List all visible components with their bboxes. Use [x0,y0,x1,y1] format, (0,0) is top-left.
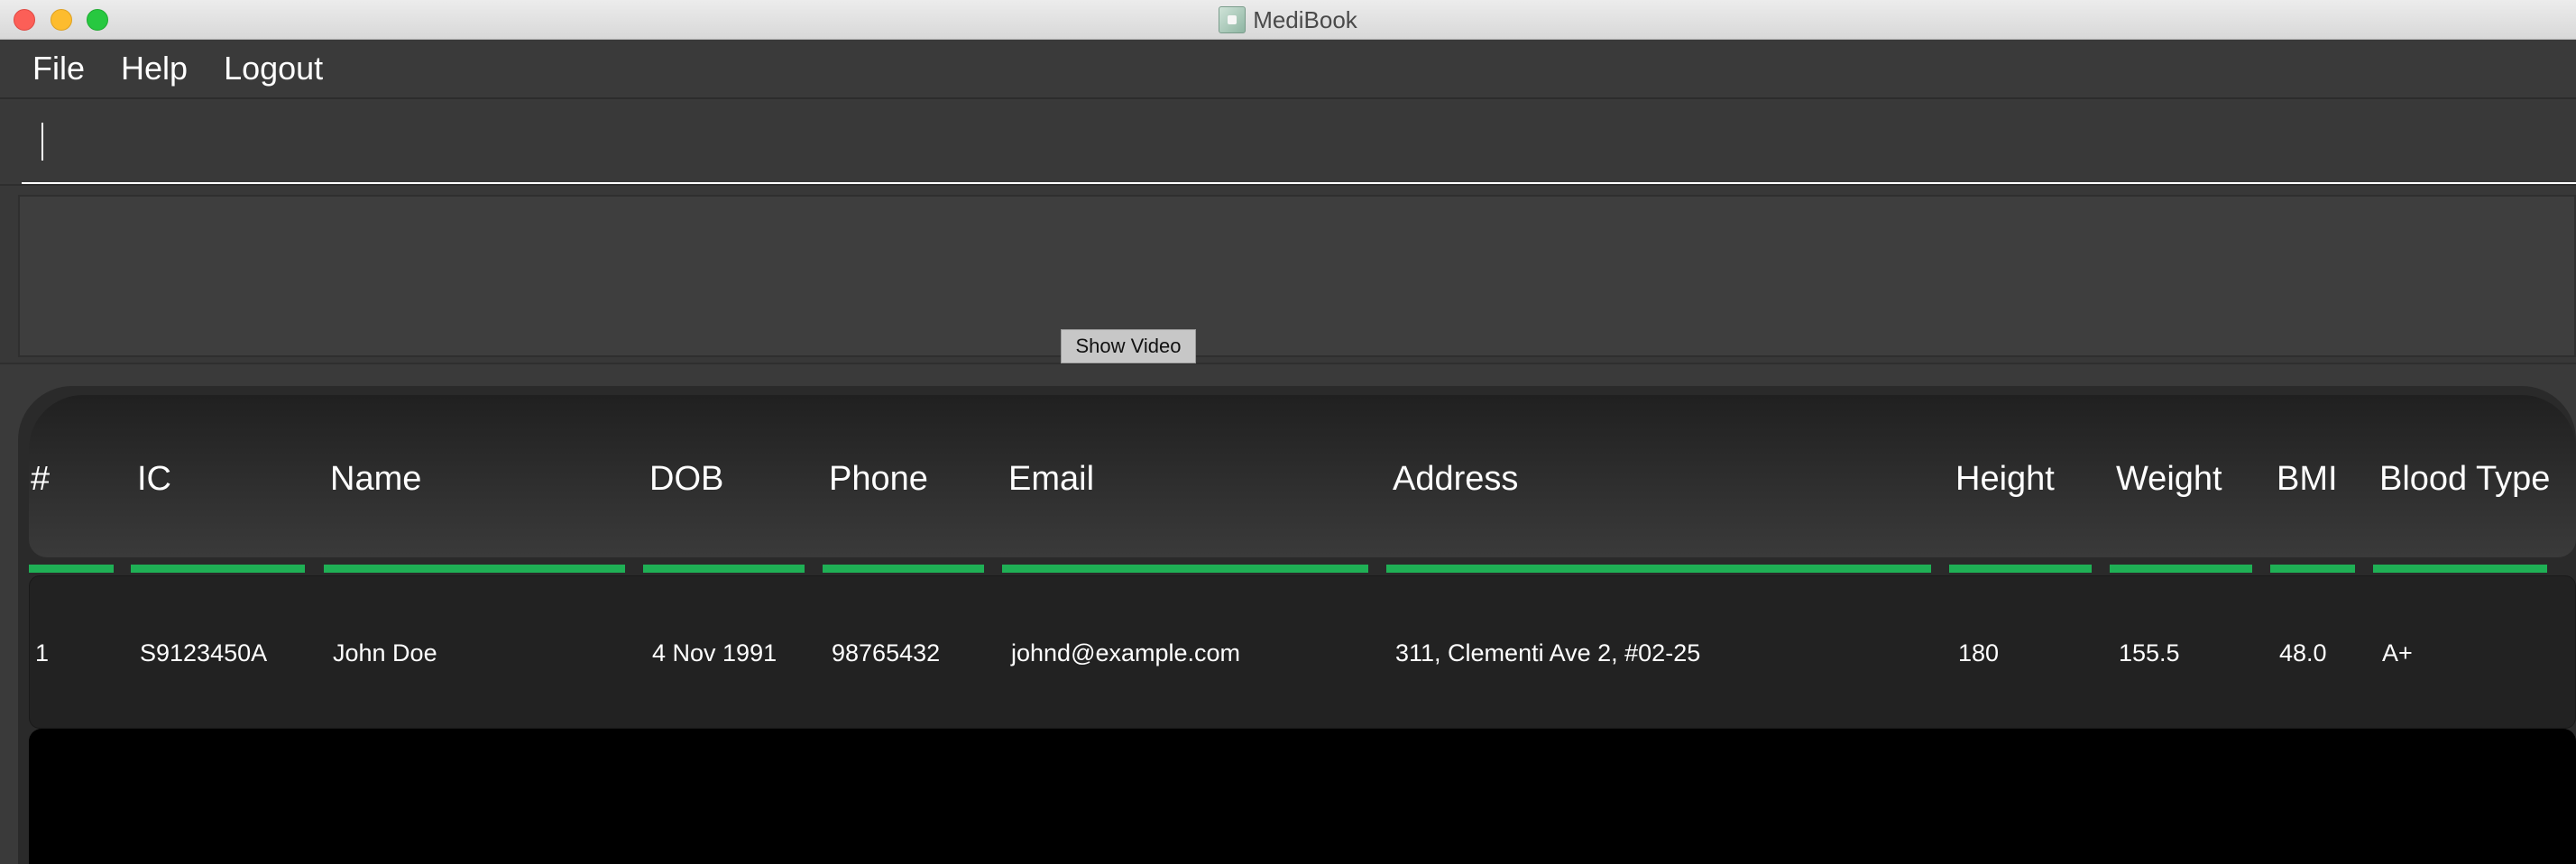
header-blood-type: Blood Type [2379,460,2551,498]
header-underline-index [29,565,114,573]
header-underline-name [324,565,625,573]
header-underline-bmi [2270,565,2355,573]
cell-height: 180 [1958,639,2000,666]
menu-logout[interactable]: Logout [224,50,323,87]
cell-name: John Doe [333,639,437,666]
header-underline-address [1386,565,1931,573]
title-bar: MediBook [0,0,2576,40]
command-input[interactable] [22,119,2576,184]
header-underline-ic [131,565,305,573]
menu-help[interactable]: Help [121,50,188,87]
cell-bmi: 48.0 [2279,639,2327,666]
header-underline-weight [2110,565,2252,573]
menu-file[interactable]: File [32,50,85,87]
result-display [18,195,2576,357]
header-email: Email [1008,460,1095,498]
header-bmi: BMI [2277,460,2338,498]
cell-index: 1 [35,639,50,666]
header-name: Name [330,460,422,498]
text-caret [41,123,43,161]
header-underline-phone [823,565,984,573]
header-ic: IC [137,460,171,498]
header-underline-email [1002,565,1368,573]
header-dob: DOB [649,460,724,498]
header-underline-height [1949,565,2092,573]
window-title: MediBook [1253,5,1357,33]
header-phone: Phone [829,460,928,498]
header-underline-dob [643,565,805,573]
cell-ic: S9123450A [140,639,268,666]
command-box-area [0,101,2576,184]
cell-address: 311, Clementi Ave 2, #02-25 [1395,639,1701,666]
cell-weight: 155.5 [2119,639,2180,666]
header-underline-blood-type [2373,565,2547,573]
header-weight: Weight [2116,460,2222,498]
app-icon [1219,6,1247,33]
header-address: Address [1393,460,1519,498]
title-container: MediBook [0,0,2576,40]
cell-dob: 4 Nov 1991 [652,639,777,666]
table-header-row: # IC Name DOB Phone Email Address Height… [29,395,2576,557]
cell-email: johnd@example.com [1011,639,1241,666]
result-display-area [0,184,2576,364]
cell-blood-type: A+ [2382,639,2413,666]
header-index: # [31,460,51,498]
cell-phone: 98765432 [832,639,941,666]
patient-table: # IC Name DOB Phone Email Address Height… [18,386,2576,864]
header-height: Height [1955,460,2055,498]
menu-bar: File Help Logout [0,40,2576,99]
show-video-button[interactable]: Show Video [1061,329,1196,363]
table-row[interactable]: 1 S9123450A John Doe 4 Nov 1991 98765432… [29,575,2576,729]
empty-table-area [29,729,2576,864]
